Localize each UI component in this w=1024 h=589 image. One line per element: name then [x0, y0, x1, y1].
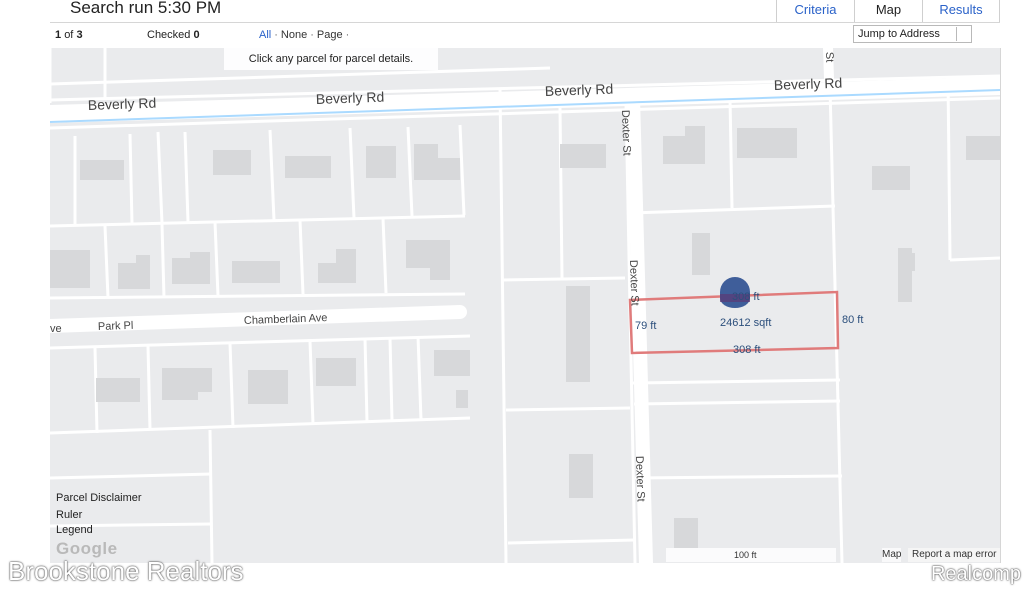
selection-links: All · None · Page · [259, 29, 352, 41]
select-page-link[interactable]: Page [317, 29, 343, 41]
page-title: Search run 5:30 PM [70, 0, 222, 17]
map-canvas: Beverly Rd Beverly Rd Beverly Rd Beverly… [50, 48, 1000, 563]
separator-dot: · [345, 29, 350, 41]
parcel-map[interactable]: Beverly Rd Beverly Rd Beverly Rd Beverly… [50, 48, 1001, 563]
parcel-left-length: 79 ft [635, 320, 656, 332]
road-label-dexter-1: Dexter St [619, 110, 633, 156]
road-label-beverly-2: Beverly Rd [316, 89, 385, 107]
parcel-disclaimer-link[interactable]: Parcel Disclaimer [56, 492, 142, 504]
lot-lines [50, 48, 1000, 563]
parcel-right-length: 80 ft [842, 314, 863, 326]
parcel-measurements: 308 ft 79 ft 24612 sqft 80 ft 308 ft [635, 291, 863, 356]
tab-map[interactable]: Map [854, 0, 922, 22]
checked-label: Checked [147, 29, 191, 41]
road-label-chamberlain: Chamberlain Ave [244, 312, 328, 327]
ruler-tool-link[interactable]: Ruler [56, 509, 82, 521]
parcel-bottom-length: 308 ft [733, 344, 761, 356]
report-map-error-link[interactable]: Report a map error [908, 548, 1000, 562]
map-toolbar: 1 of 3 Checked 0 All · None · Page · Jump to … [50, 22, 1000, 49]
road-label-ave-fragment: ve [50, 323, 62, 335]
road-label-beverly-4: Beverly Rd [774, 75, 843, 93]
road-label-st-fragment: St [823, 52, 835, 63]
separator-dot: · [310, 29, 314, 41]
select-all-link[interactable]: All [259, 29, 271, 41]
result-of-label: of [64, 29, 74, 41]
checked-count: 0 [193, 29, 200, 41]
road-label-beverly-1: Beverly Rd [88, 95, 157, 113]
map-scale: 100 ft [666, 548, 836, 562]
result-total: 3 [76, 29, 83, 41]
parcel-top-length: 308 ft [732, 291, 760, 303]
road-label-beverly-3: Beverly Rd [545, 81, 614, 99]
parcel-area: 24612 sqft [720, 317, 771, 329]
tab-criteria[interactable]: Criteria [776, 0, 854, 22]
separator-dot: · [274, 29, 278, 41]
streets [50, 48, 1000, 563]
road-label-dexter-3: Dexter St [633, 456, 647, 502]
road-label-park-pl: Park Pl [98, 320, 134, 333]
result-counter: 1 of 3 [55, 29, 83, 41]
checked-counter: Checked 0 [147, 29, 200, 41]
jump-to-address-label: Jump to Address [858, 28, 940, 40]
tab-results[interactable]: Results [922, 0, 1000, 22]
view-tabs: Criteria Map Results [776, 0, 1000, 22]
jump-to-address-input[interactable] [956, 27, 971, 41]
brokerage-watermark: Brookstone Realtors [8, 556, 244, 586]
select-none-link[interactable]: None [281, 29, 307, 41]
road-label-dexter-2: Dexter St [627, 260, 641, 306]
jump-to-address-field[interactable]: Jump to Address [853, 25, 972, 43]
buildings [50, 126, 1000, 548]
map-data-attribution: Map [882, 548, 902, 562]
result-position: 1 [55, 29, 62, 41]
mls-watermark: Realcomp [930, 563, 1021, 585]
legend-link[interactable]: Legend [56, 524, 93, 536]
map-hint: Click any parcel for parcel details. [224, 48, 438, 70]
